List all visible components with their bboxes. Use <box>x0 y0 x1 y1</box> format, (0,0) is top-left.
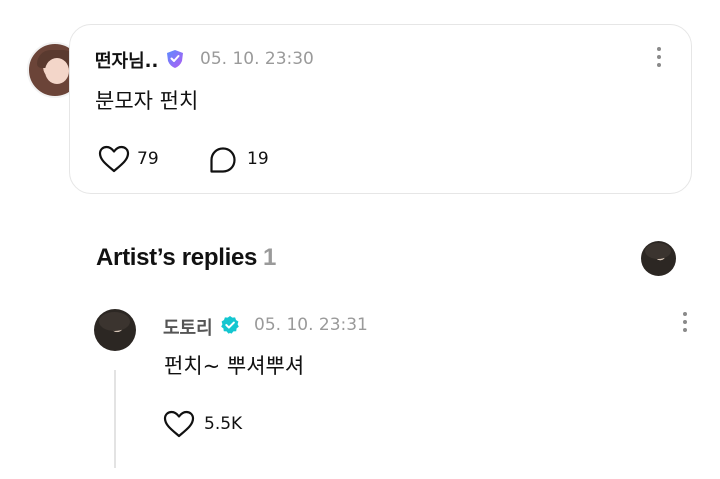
artist-replies-count: 1 <box>263 244 277 271</box>
avatar-face <box>45 58 69 84</box>
artist-replies-title: Artist’s replies <box>96 244 258 271</box>
verified-check-icon <box>221 316 239 334</box>
more-vertical-icon[interactable] <box>654 47 664 69</box>
fan-post-card: 떤자님.. 05. 10. 23:30 분모자 펀치 79 19 <box>69 24 692 194</box>
comment-count: 19 <box>247 149 269 169</box>
avatar-hair <box>99 312 130 331</box>
shield-badge-icon <box>167 50 183 68</box>
avatar-hair <box>645 243 671 259</box>
reply-like-count: 5.5K <box>204 414 243 434</box>
fan-post-timestamp: 05. 10. 23:30 <box>200 49 314 69</box>
reply-thread-line <box>114 370 116 468</box>
artist-reply-timestamp: 05. 10. 23:31 <box>254 315 368 335</box>
like-count: 79 <box>137 149 159 169</box>
heart-icon[interactable] <box>163 410 195 438</box>
artist-replies-avatar[interactable] <box>641 241 676 276</box>
speech-bubble-icon[interactable] <box>209 146 237 174</box>
fan-post-text: 분모자 펀치 <box>95 89 199 113</box>
artist-avatar[interactable] <box>94 309 136 351</box>
artist-username[interactable]: 도토리 <box>163 314 213 340</box>
artist-reply-text: 펀치~ 뿌셔뿌셔 <box>164 354 305 378</box>
heart-icon[interactable] <box>98 145 130 173</box>
more-vertical-icon[interactable] <box>680 312 690 334</box>
fan-username[interactable]: 떤자님.. <box>95 47 158 73</box>
